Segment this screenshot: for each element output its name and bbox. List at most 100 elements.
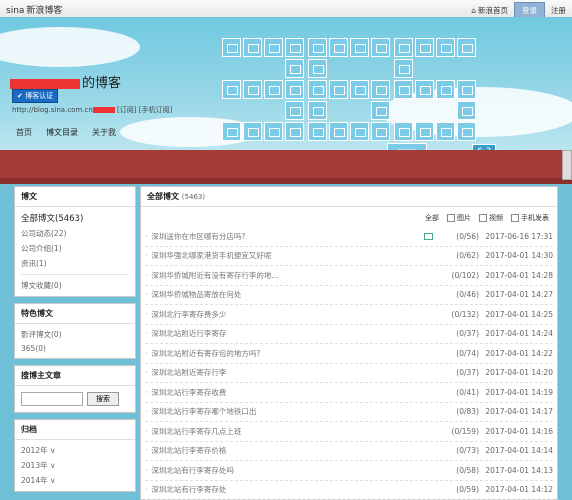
title-text: 全部博文 — [147, 192, 179, 201]
post-title-link[interactable]: 深圳华侨城附近有没有寄存行李的地... — [145, 270, 433, 281]
search-input[interactable] — [21, 392, 83, 406]
post-title-link[interactable]: 深圳北站有行李寄存处 — [145, 484, 433, 495]
photo-tile-icon — [329, 122, 348, 141]
photo-tile-icon — [264, 122, 283, 141]
photo-tile-icon — [415, 80, 434, 99]
nav-about[interactable]: 关于我 — [92, 127, 116, 138]
photo-tile-icon — [457, 122, 476, 141]
nav-post-directory[interactable]: 博文目录 — [46, 127, 78, 138]
photo-tile-icon — [264, 38, 283, 57]
item-label: 全部博文 — [21, 214, 56, 224]
post-filters: 全部 图片 视频 手机发表 — [425, 213, 549, 223]
sidebar-item-movie-reviews[interactable]: 影评博文(0) — [21, 327, 129, 342]
photo-tile-icon — [394, 59, 413, 78]
photo-tile-icon — [222, 80, 241, 99]
post-list-panel: 全部博文 (5463) 全部 图片 视频 手机发表 深圳送你在市区哪有分店吗? (… — [140, 186, 558, 500]
sidebar-item-all-posts[interactable]: 全部博文(5463) — [21, 210, 129, 226]
post-row: 深圳北站附近有寄存包的地方吗? (0/74) 2017-04-01 14:22 — [145, 344, 553, 364]
post-count: (0/46) — [456, 290, 479, 300]
photo-tile-icon — [308, 38, 327, 57]
search-panel: 搜博主文章 搜索 — [14, 365, 136, 413]
filter-mobile[interactable]: 手机发表 — [511, 213, 549, 223]
post-title-link[interactable]: 深圳北站行李寄存收费 — [145, 387, 433, 398]
post-title-link[interactable]: 深圳北站附近寄存行李 — [145, 367, 433, 378]
post-row: 深圳北站附近行李寄存 (0/37) 2017-04-01 14:24 — [145, 325, 553, 344]
post-title-link[interactable]: 深圳北站行李寄存哪个地铁口出 — [145, 406, 433, 417]
photo-tile-icon — [371, 80, 390, 99]
header-band — [0, 150, 572, 184]
post-count: (0/102) — [451, 270, 479, 280]
main-area: 博文 全部博文(5463) 公司动态(22) 公司介绍(1) 资讯(1) 博文收… — [14, 186, 558, 500]
post-title-link[interactable]: 深圳北行李寄存费多少 — [145, 309, 433, 320]
post-time: 2017-04-01 14:22 — [485, 348, 553, 358]
sidebar-item-collect[interactable]: 博文收藏(0) — [21, 278, 129, 293]
redacted-url — [92, 107, 115, 113]
archive-2013[interactable]: 2013年 ∨ — [21, 458, 129, 473]
post-row: 深圳送你在市区哪有分店吗? (0/56) 2017-06-16 17:31 — [145, 227, 553, 247]
sidebar-item-company-intro[interactable]: 公司介绍(1) — [21, 241, 129, 256]
archive-2014[interactable]: 2014年 ∨ — [21, 473, 129, 488]
post-title-link[interactable]: 深圳送你在市区哪有分店吗? — [145, 231, 421, 242]
item-count: (5463) — [55, 214, 84, 224]
filter-label: 图片 — [457, 214, 471, 222]
photo-tile-icon — [457, 38, 476, 57]
photo-tile-icon — [308, 101, 327, 120]
photo-tile-icon — [285, 101, 304, 120]
post-time: 2017-04-01 14:17 — [485, 407, 553, 417]
post-title-link[interactable]: 深圳华强北哪家港货手机便宜又好呢 — [145, 250, 433, 261]
cloud-decoration — [0, 27, 140, 67]
post-time: 2017-04-01 14:27 — [485, 290, 553, 300]
item-count: (22) — [51, 229, 67, 238]
post-time: 2017-04-01 14:30 — [485, 251, 553, 261]
blog-url-text[interactable]: http://blog.sina.com.cn — [12, 106, 93, 114]
photo-tile-icon — [264, 80, 283, 99]
sina-home-link[interactable]: ⌂ 新浪首页 — [471, 5, 508, 16]
photo-tile-icon — [285, 122, 304, 141]
sidebar-item-company-news[interactable]: 公司动态(22) — [21, 226, 129, 241]
photo-tile-icon — [243, 80, 262, 99]
title-count: (5463) — [181, 193, 206, 201]
register-link[interactable]: 注册 — [551, 5, 566, 16]
side-pull-tab[interactable] — [562, 150, 572, 180]
sidebar-item-365[interactable]: 365(0) — [21, 342, 129, 355]
chevron-down-icon: ∨ — [49, 476, 56, 485]
photo-tile-icon — [457, 101, 476, 120]
post-title-link[interactable]: 深圳北站行李寄存几点上班 — [145, 426, 433, 437]
blog-verify-badge[interactable]: ✔ 博客认证 — [12, 89, 59, 103]
sidebar-item-news[interactable]: 资讯(1) — [21, 256, 129, 271]
filter-images[interactable]: 图片 — [447, 213, 471, 223]
subscribe-link[interactable]: [订阅] — [117, 106, 136, 114]
photo-tile-icon — [308, 59, 327, 78]
photo-tile-icon — [457, 80, 476, 99]
search-button[interactable]: 搜索 — [87, 392, 119, 406]
post-title-link[interactable]: 深圳华侨城物品寄放在何处 — [145, 289, 433, 300]
archive-2012[interactable]: 2012年 ∨ — [21, 443, 129, 458]
logo-subtitle: 新浪博客 — [26, 6, 63, 16]
photo-tile-icon — [243, 122, 262, 141]
filter-video[interactable]: 视频 — [479, 213, 503, 223]
post-title-link[interactable]: 深圳北站有行李寄存处吗 — [145, 465, 433, 476]
post-title-link[interactable]: 深圳北站附近有寄存包的地方吗? — [145, 348, 433, 359]
post-row: 深圳华强北哪家港货手机便宜又好呢 (0/62) 2017-04-01 14:30 — [145, 247, 553, 266]
post-count: (0/132) — [451, 309, 479, 319]
photo-tile-icon — [394, 122, 413, 141]
photo-tile-icon — [350, 80, 369, 99]
post-row: 深圳北站行李寄存价格 (0/73) 2017-04-01 14:14 — [145, 442, 553, 461]
sina-logo[interactable]: sina 新浪博客 — [4, 3, 62, 16]
post-time: 2017-04-01 14:24 — [485, 329, 553, 339]
post-count: (0/74) — [456, 348, 479, 358]
nav-home[interactable]: 首页 — [16, 127, 32, 138]
post-time: 2017-04-01 14:19 — [485, 387, 553, 397]
image-icon — [447, 214, 455, 222]
filter-all[interactable]: 全部 — [425, 213, 439, 223]
photo-tile-icon — [371, 101, 390, 120]
post-title-link[interactable]: 深圳北站附近行李寄存 — [145, 328, 433, 339]
post-list-title: 全部博文 (5463) — [141, 187, 557, 207]
search-panel-title: 搜博主文章 — [15, 366, 135, 386]
mobile-subscribe-link[interactable]: [手机订阅] — [139, 106, 172, 114]
photo-tile-icon — [243, 38, 262, 57]
archive-year: 2013年 — [21, 461, 48, 470]
post-row: 深圳北站有行李寄存处 (0/59) 2017-04-01 14:12 — [145, 481, 553, 500]
post-title-link[interactable]: 深圳北站行李寄存价格 — [145, 445, 433, 456]
item-count: (1) — [36, 259, 47, 268]
